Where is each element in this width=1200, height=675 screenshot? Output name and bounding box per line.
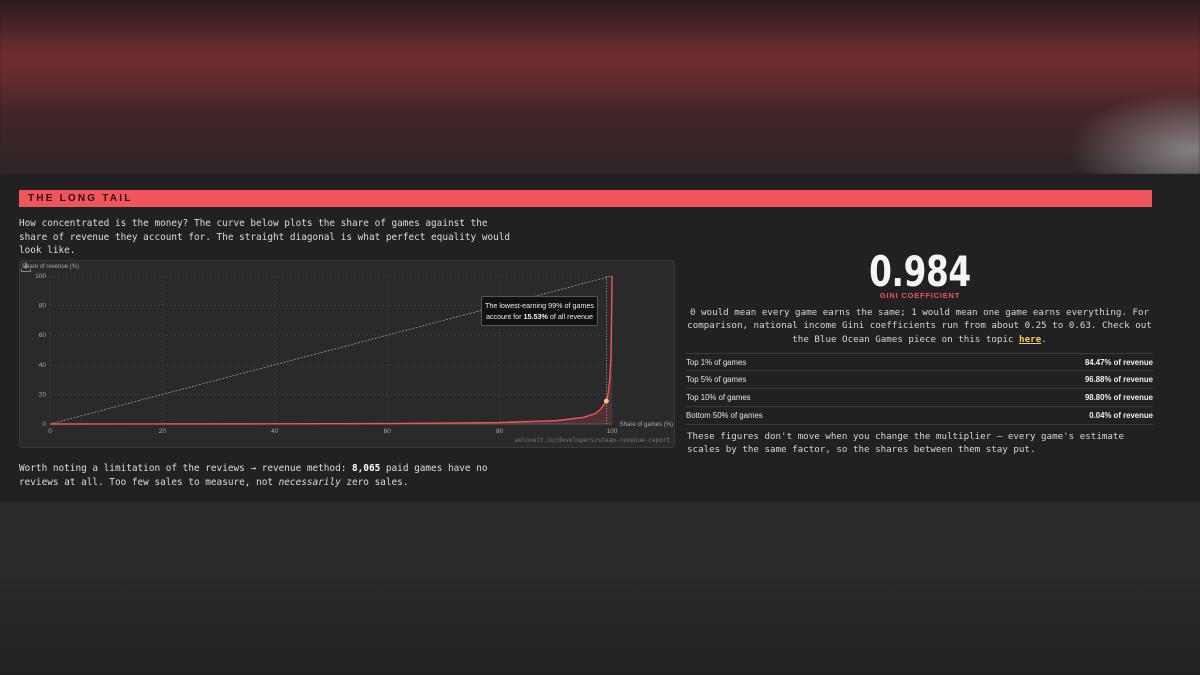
y-tick-label: 0 [42, 421, 46, 428]
stat-value: 96.88% of revenue [1084, 375, 1153, 384]
gini-label: GINI COEFFICIENT [879, 291, 961, 300]
stat-label: Top 5% of games [686, 375, 747, 384]
stat-label: Top 10% of games [686, 393, 751, 402]
stat-row-top-5: Top 5% of games 96.88% of revenue [686, 371, 1153, 389]
x-tick-label: 60 [384, 428, 392, 435]
chart-tooltip: The lowest-earning 99% of games account … [481, 296, 598, 326]
download-icon[interactable] [20, 261, 32, 273]
blue-ocean-link[interactable]: here [1019, 334, 1041, 345]
x-tick-label: 100 [607, 428, 618, 435]
tooltip-value: 15.53% [523, 312, 548, 321]
stat-row-top-10: Top 10% of games 98.80% of revenue [686, 389, 1153, 407]
section-intro: How concentrated is the money? The curve… [19, 218, 511, 256]
gini-description: 0 would mean every game earns the same; … [687, 307, 1152, 345]
stat-label: Bottom 50% of games [686, 411, 763, 420]
section-banner: THE LONG TAIL [19, 190, 1152, 207]
stat-row-top-1: Top 1% of games 84.47% of revenue [686, 353, 1153, 371]
no-review-count: 8,065 [352, 463, 381, 474]
revenue-share-table: Top 1% of games 84.47% of revenue Top 5% … [686, 353, 1153, 425]
stat-row-bottom-50: Bottom 50% of games 0.04% of revenue [686, 407, 1153, 425]
tooltip-line-1: The lowest-earning 99% of games [484, 301, 595, 310]
page-bottom-background [0, 502, 1200, 675]
chart-watermark: weloveit.io/developers/steam-revenue-rep… [515, 437, 671, 444]
lorenz-chart: 0 20 40 60 80 100 0 20 40 60 80 100 Share of revenue… [19, 260, 675, 448]
y-tick-label: 80 [39, 303, 47, 310]
tooltip-line-2: account for 15.53% of all revenue [485, 312, 594, 321]
multiplier-note: These figures don't move when you change… [687, 431, 1124, 456]
y-tick-label: 20 [39, 391, 47, 398]
stat-label: Top 1% of games [686, 358, 747, 367]
stat-value: 0.04% of revenue [1089, 411, 1153, 420]
x-tick-label: 20 [159, 428, 167, 435]
y-tick-label: 40 [39, 362, 47, 369]
x-tick-label: 40 [271, 428, 279, 435]
y-tick-label: 100 [35, 273, 46, 280]
x-tick-label: 0 [48, 428, 52, 435]
reviews-limitation-note: Worth noting a limitation of the reviews… [19, 463, 488, 488]
y-tick-label: 60 [39, 332, 47, 339]
lorenz-chart-svg: 0204060801000 20 40 60 80 100Share of revenue… [22, 264, 673, 444]
gini-value: 0.984 [869, 247, 971, 296]
x-axis-label: Share of games (%) [620, 422, 673, 428]
stat-value: 84.47% of revenue [1084, 358, 1153, 367]
stat-value: 98.80% of revenue [1084, 393, 1153, 402]
x-tick-label: 80 [496, 428, 504, 435]
highlight-point [603, 398, 609, 404]
hero-background [0, 0, 1200, 174]
